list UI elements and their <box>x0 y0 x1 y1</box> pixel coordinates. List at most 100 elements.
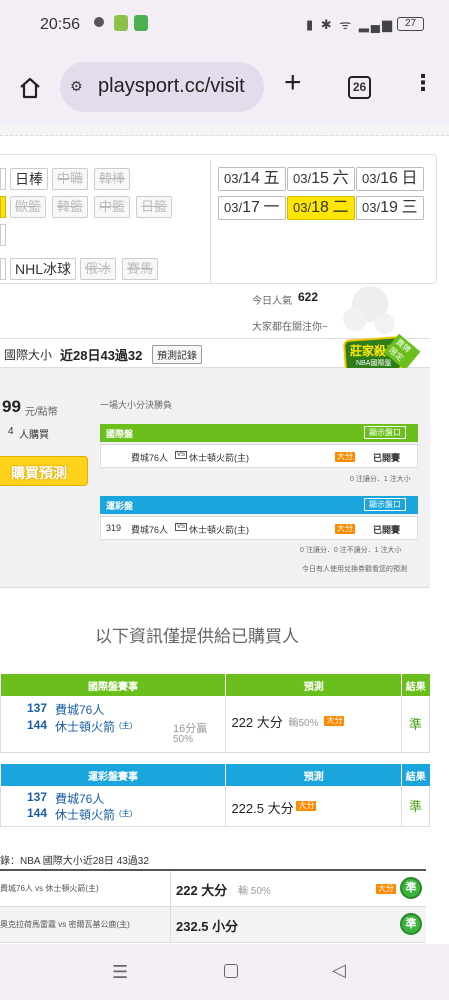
vs-icon: VS <box>175 451 188 459</box>
prediction: 222.5 大分 <box>231 801 294 816</box>
pick-tag: 大分 <box>296 801 317 811</box>
divider <box>170 871 171 907</box>
status-bar: 20:56 ▮ ✱ ᯤ ▂▄▆ 27 <box>0 0 449 52</box>
sport-chip: 俄冰 <box>80 258 117 280</box>
home-marker: (主) <box>119 809 133 818</box>
site-settings-icon[interactable]: ⚙ <box>70 78 83 95</box>
panel-title: 一場大小分決勝負 <box>100 400 173 410</box>
record-button[interactable]: 預測記錄 <box>152 345 202 364</box>
game-status: 已開賽 <box>373 525 401 535</box>
app-icon <box>114 15 128 31</box>
app-icon <box>134 15 148 31</box>
team-away: 費城76人 <box>55 792 105 806</box>
buyers-unit: 人購買 <box>19 430 49 441</box>
lottery-header-label: 運彩盤 <box>106 501 134 511</box>
clock: 20:56 <box>40 16 81 33</box>
chip-edge <box>0 258 6 280</box>
browser-toolbar: ⚙ playsport.cc/visit + 26 ⋮ <box>0 52 449 124</box>
record-text: 近28日43過32 <box>60 348 143 363</box>
url-text: playsport.cc/visit <box>98 75 245 97</box>
lottery-header: 運彩盤 顯示盤口 <box>100 496 418 514</box>
date-button-selected[interactable]: 03/18 二 <box>287 196 355 220</box>
team-home: 休士頓火箭 <box>55 720 116 734</box>
result-badge: 準 <box>400 877 422 899</box>
col-header: 結果 <box>401 764 430 786</box>
show-odds-button[interactable]: 顯示盤口 <box>364 426 406 439</box>
menu-icon[interactable]: ⋮ <box>412 70 434 96</box>
sport-chip: 歐籃 <box>10 196 47 218</box>
history-match: 奧克拉荷馬雷霆 vs 密爾瓦基公鹿(主) <box>0 920 130 929</box>
signal-icons: ▮ ✱ ᯤ ▂▄▆ <box>306 17 394 32</box>
intl-result-table: 國際盤賽事 預測 結果 137 費城76人 144 休士頓火箭 (主) 16分贏… <box>0 674 430 753</box>
history-prediction: 222 大分 <box>176 883 228 898</box>
date-button[interactable]: 03/17 一 <box>218 196 286 220</box>
result-badge: 準 <box>400 913 422 935</box>
lottery-note: 0 注讓分．0 注不讓分．1 注大小 <box>300 547 402 554</box>
sport-chip[interactable]: NHL冰球 <box>10 258 77 280</box>
team-away: 費城76人 <box>131 525 169 535</box>
col-header: 國際盤賽事 <box>0 674 226 696</box>
team-number: 137 <box>27 790 48 804</box>
result: 準 <box>409 798 423 814</box>
table-row: 137 費城76人 144 休士頓火箭 (主) 222.5 大分 大分 準 <box>0 786 430 826</box>
pick-tag: 大分 <box>376 884 396 894</box>
sport-chip: 日籃 <box>136 196 173 218</box>
table-row: 137 費城76人 144 休士頓火箭 (主) 16分贏 50% 222 大分 … <box>0 696 430 752</box>
history-row: 奧克拉荷馬雷霆 vs 密爾瓦基公鹿(主) 232.5 小分 準 <box>0 907 426 943</box>
date-button[interactable]: 03/14 五 <box>218 167 286 191</box>
chat-icon <box>94 17 104 27</box>
history-prediction: 232.5 小分 <box>176 919 239 934</box>
date-button[interactable]: 03/19 三 <box>356 196 424 220</box>
col-header: 結果 <box>401 674 430 696</box>
recent-apps-icon[interactable]: ☰ <box>112 962 128 983</box>
home-marker: (主) <box>119 721 133 730</box>
result: 準 <box>409 716 423 732</box>
sport-chip: 中籃 <box>94 196 131 218</box>
game-status: 已開賽 <box>373 453 401 463</box>
info-notice: 以下資訊僅提供給已購買人 <box>95 627 299 646</box>
price-unit: 元/點幣 <box>25 407 58 418</box>
panel-foot: 今日有人使用兌換券觀看您的預測 <box>302 566 407 573</box>
col-header: 運彩盤賽事 <box>0 764 226 786</box>
team-away: 費城76人 <box>131 453 169 463</box>
team-away: 費城76人 <box>55 703 105 717</box>
team-number: 137 <box>27 701 48 715</box>
home-nav-icon[interactable] <box>224 964 238 978</box>
lottery-result-table: 運彩盤賽事 預測 結果 137 費城76人 144 休士頓火箭 (主) 222.… <box>0 764 430 827</box>
show-odds-button[interactable]: 顯示盤口 <box>364 498 406 511</box>
web-content: 日棒 中職 韓棒 歐籃 韓籃 中籃 日籃 NHL冰球 俄冰 賽馬 03/14 五… <box>0 124 449 944</box>
team-number: 144 <box>27 718 48 732</box>
sport-chip[interactable]: 日棒 <box>10 168 48 190</box>
buy-prediction-button[interactable]: 購買預測 <box>0 456 88 486</box>
history-match: 費城76人 vs 休士頓火箭(主) <box>0 884 99 893</box>
prediction: 222 大分 <box>231 715 283 730</box>
divider <box>170 907 171 943</box>
buyers-count: 4 <box>8 426 14 437</box>
popularity-sub: 大家都在關注你~ <box>252 322 328 333</box>
team-home: 休士頓火箭(主) <box>189 525 249 535</box>
date-button[interactable]: 03/15 六 <box>287 167 355 191</box>
lottery-match-row: 319 費城76人 VS 休士頓火箭(主) 大分 已開賽 <box>100 516 418 540</box>
address-bar[interactable]: ⚙ playsport.cc/visit <box>60 62 264 112</box>
pick-tag: 大分 <box>335 524 355 534</box>
pick-tag: 大分 <box>335 452 355 462</box>
intl-header: 國際盤 顯示盤口 <box>100 424 418 442</box>
popularity-value: 622 <box>298 290 319 304</box>
history-odds: 輸 50% <box>238 886 271 897</box>
date-button[interactable]: 03/16 日 <box>356 167 424 191</box>
tab-count-button[interactable]: 26 <box>348 76 371 99</box>
back-icon[interactable]: ◁ <box>332 960 346 981</box>
sport-chip: 中職 <box>52 168 89 190</box>
team-home: 休士頓火箭(主) <box>189 453 249 463</box>
new-tab-icon[interactable]: + <box>284 66 302 100</box>
history-row: 費城76人 vs 休士頓火箭(主) 222 大分 輸 50% 大分 準 <box>0 871 426 907</box>
pick-tag: 大分 <box>324 716 345 726</box>
popularity-label: 今日人氣 <box>252 296 292 307</box>
divider <box>210 160 211 284</box>
col-header: 預測 <box>225 674 402 696</box>
record-prefix: 國際大小 <box>4 348 53 362</box>
price-value: 99 <box>2 397 21 416</box>
badge-sub: NBA國際盤 <box>356 360 392 367</box>
home-icon[interactable] <box>18 76 42 100</box>
prediction-odds: 輸50% <box>288 718 319 729</box>
